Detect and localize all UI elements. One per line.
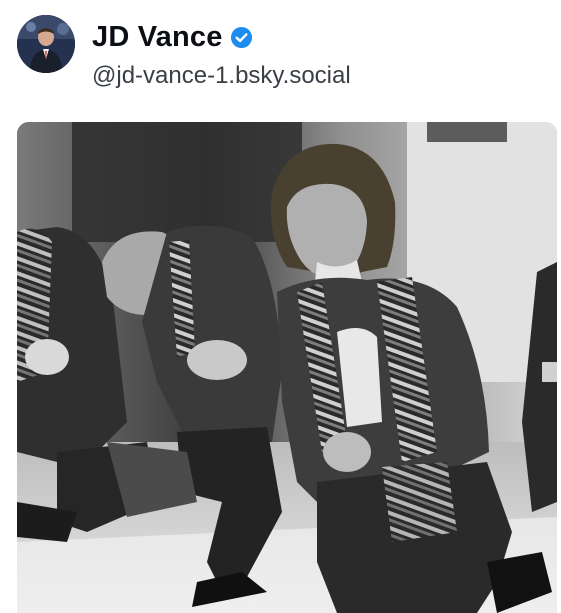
author-name-row: JD Vance: [92, 18, 253, 56]
author-avatar[interactable]: [17, 15, 75, 73]
author-handle[interactable]: @jd-vance-1.bsky.social: [92, 60, 351, 92]
profile-photo-icon: [17, 15, 75, 73]
verified-badge-icon: [230, 26, 253, 49]
post-card: JD Vance @jd-vance-1.bsky.social: [0, 0, 561, 613]
author-display-name[interactable]: JD Vance: [92, 18, 223, 56]
embedded-photo-icon: [17, 122, 557, 613]
post-photo[interactable]: [17, 122, 557, 613]
